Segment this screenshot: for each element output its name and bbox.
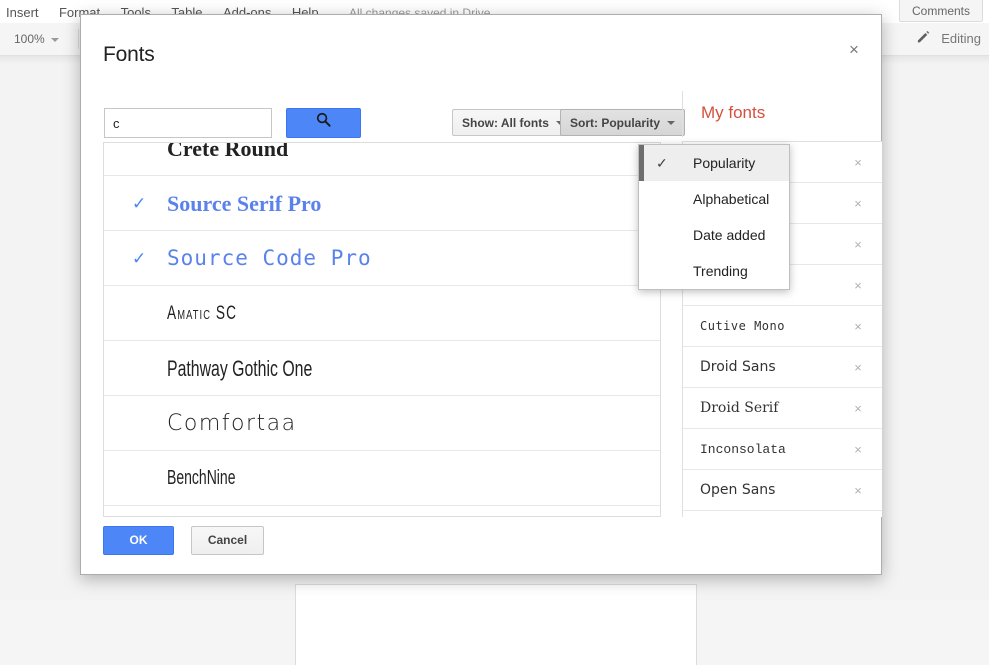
remove-font-icon[interactable]: × [850, 224, 866, 265]
pencil-icon [916, 29, 931, 50]
sort-dropdown-menu[interactable]: ✓ Popularity Alphabetical Date added Trendin… [638, 144, 790, 290]
font-list-item[interactable]: Crete Round [104, 142, 660, 176]
my-font-item[interactable]: Droid Sans × [683, 347, 882, 388]
font-list-item[interactable]: Comfortaa [104, 396, 660, 451]
cancel-button[interactable]: Cancel [191, 526, 264, 555]
sort-menu-item-label: Trending [693, 263, 748, 279]
remove-font-icon[interactable]: × [850, 265, 866, 306]
zoom-level-dropdown[interactable]: 100% [8, 28, 70, 50]
chevron-down-icon [667, 120, 676, 125]
font-results-list-inner: Crete Round ✓ Source Serif Pro ✓ Source Code… [104, 142, 660, 506]
font-name-preview: BenchNine [167, 467, 236, 489]
fonts-dialog: Fonts × Show: All fonts Sort: Popularity… [80, 14, 882, 575]
check-icon: ✓ [132, 249, 147, 268]
font-name-preview: Source Code Pro [167, 246, 372, 270]
editing-mode-button[interactable]: Editing [916, 29, 981, 49]
font-list-item[interactable]: BenchNine [104, 451, 660, 506]
sort-menu-item[interactable]: ✓ Popularity [639, 145, 789, 181]
dialog-title: Fonts [103, 43, 155, 66]
document-page [295, 584, 697, 665]
my-font-name: Inconsolata [700, 442, 786, 457]
font-name-preview: Amatic SC [167, 303, 238, 324]
ok-button[interactable]: OK [103, 526, 174, 555]
remove-font-icon[interactable]: × [850, 142, 866, 183]
close-icon[interactable]: × [841, 37, 867, 63]
sort-menu-item[interactable]: Date added [639, 217, 789, 253]
check-icon: ✓ [656, 155, 668, 171]
font-name-preview: Pathway Gothic One [167, 356, 313, 381]
font-name-preview: Comfortaa [167, 411, 297, 436]
comments-button[interactable]: Comments [898, 0, 983, 22]
search-button[interactable] [286, 108, 361, 138]
remove-font-icon[interactable]: × [850, 388, 866, 429]
sort-filter-label: Sort: Popularity [570, 116, 661, 130]
sort-menu-item-label: Alphabetical [693, 191, 770, 207]
font-list-item[interactable]: ✓ Source Serif Pro [104, 176, 660, 231]
my-font-name: Open Sans [700, 482, 776, 498]
menu-item-insert[interactable]: Insert [0, 0, 47, 22]
sort-menu-item-label: Date added [693, 227, 766, 243]
my-font-item[interactable]: Cutive Mono × [683, 306, 882, 347]
search-icon [315, 112, 332, 132]
zoom-level-value: 100% [14, 32, 45, 46]
sort-menu-item-label: Popularity [693, 155, 756, 171]
my-font-item[interactable]: Inconsolata × [683, 429, 882, 470]
my-fonts-heading: My fonts [701, 103, 766, 122]
chevron-down-icon [50, 37, 59, 42]
toolbar-divider [78, 29, 79, 49]
remove-font-icon[interactable]: × [850, 347, 866, 388]
check-icon: ✓ [132, 194, 147, 213]
editing-mode-label: Editing [941, 31, 981, 46]
my-font-item[interactable]: Open Sans × [683, 470, 882, 511]
remove-font-icon[interactable]: × [850, 470, 866, 511]
remove-font-icon[interactable]: × [850, 183, 866, 224]
font-list-item[interactable]: Pathway Gothic One [104, 341, 660, 396]
font-name-preview: Crete Round [167, 142, 289, 161]
font-list-item[interactable]: Amatic SC [104, 286, 660, 341]
sort-menu-item[interactable]: Trending [639, 253, 789, 289]
my-font-name: Droid Serif [700, 400, 779, 416]
show-filter-label: Show: All fonts [462, 116, 549, 130]
show-filter-dropdown[interactable]: Show: All fonts [452, 109, 574, 136]
remove-font-icon[interactable]: × [850, 306, 866, 347]
panel-divider [682, 91, 683, 137]
font-results-list[interactable]: Crete Round ✓ Source Serif Pro ✓ Source Code… [103, 142, 661, 517]
my-font-name: Cutive Mono [700, 319, 785, 333]
sort-menu-item[interactable]: Alphabetical [639, 181, 789, 217]
sort-filter-dropdown[interactable]: Sort: Popularity [560, 109, 686, 136]
remove-font-icon[interactable]: × [850, 429, 866, 470]
font-list-item[interactable]: ✓ Source Code Pro [104, 231, 660, 286]
font-name-preview: Source Serif Pro [167, 191, 322, 216]
my-font-item[interactable]: Droid Serif × [683, 388, 882, 429]
my-font-name: Droid Sans [700, 359, 776, 375]
search-input[interactable] [104, 108, 272, 138]
